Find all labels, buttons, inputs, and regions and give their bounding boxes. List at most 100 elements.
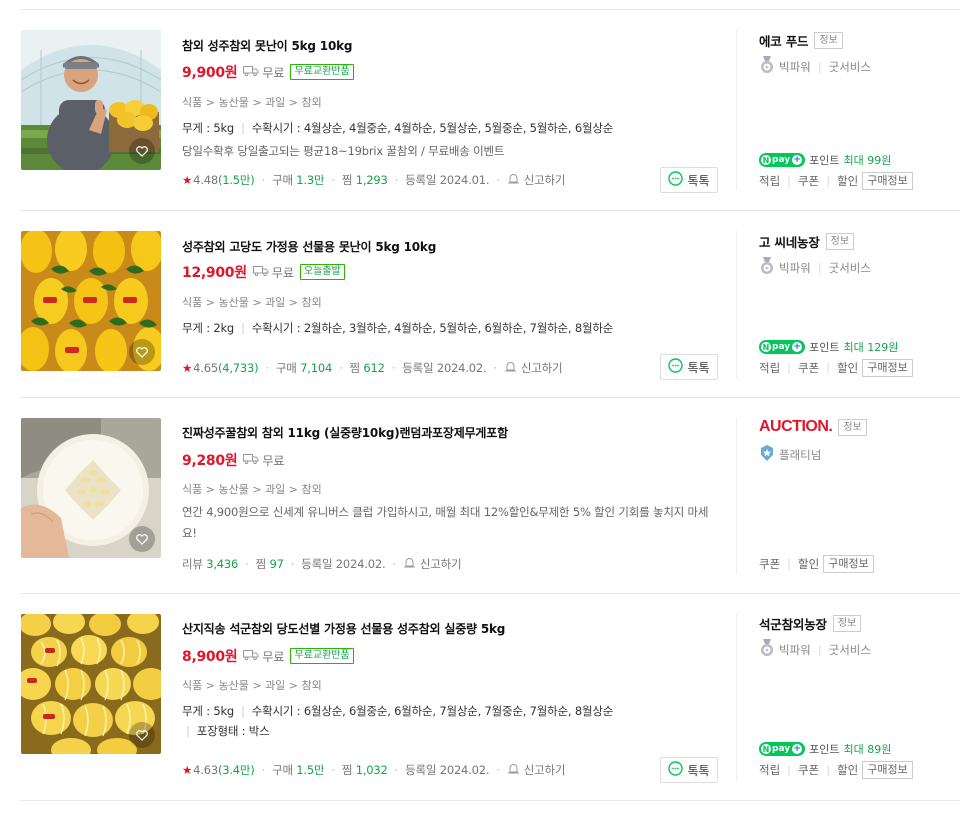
- report-button[interactable]: 신고하기: [507, 172, 566, 188]
- point-value: 최대 89원: [843, 743, 892, 756]
- rating-count[interactable]: (3.4만): [218, 762, 255, 778]
- rating: 4.48: [193, 173, 218, 187]
- grade-1: 빅파워: [779, 260, 811, 275]
- product-meta: ★ 4.48 (1.5만) · 구매 1.3만 · 찜 1,293 · 등록일 …: [182, 172, 566, 188]
- wish-count: 1,293: [355, 173, 388, 187]
- product-title[interactable]: 산지직송 석군참외 당도선별 가정용 선물용 성주참외 실중량 5kg: [182, 620, 505, 637]
- category-3[interactable]: 과일: [265, 483, 285, 496]
- product-price[interactable]: 9,900원: [182, 62, 238, 82]
- link-discount[interactable]: 할인: [837, 762, 858, 778]
- wish-label: 찜: [341, 763, 353, 777]
- npay-plus-icon: Npay +: [759, 742, 806, 756]
- category-1[interactable]: 식품: [182, 96, 202, 109]
- purchase-label: 구매: [275, 361, 297, 375]
- category-2[interactable]: 농산물: [218, 679, 248, 692]
- report-button[interactable]: 신고하기: [504, 360, 563, 376]
- category-4[interactable]: 참외: [302, 679, 322, 692]
- link-accumulate[interactable]: 적립: [759, 173, 780, 189]
- wishlist-heart-button[interactable]: [129, 526, 155, 552]
- category-3[interactable]: 과일: [265, 679, 285, 692]
- product-title[interactable]: 성주참외 고당도 가정용 선물용 못난이 5kg 10kg: [182, 238, 436, 255]
- buy-info-button[interactable]: 구매정보: [862, 359, 913, 377]
- auction-logo[interactable]: AUCTION.: [759, 418, 833, 436]
- wishlist-heart-button[interactable]: [129, 339, 155, 365]
- shipping-text: 무료: [262, 453, 285, 468]
- category-3[interactable]: 과일: [265, 96, 285, 109]
- heart-icon: [136, 145, 148, 157]
- category-4[interactable]: 참외: [302, 96, 322, 109]
- today-ship-badge: 오늘출발: [299, 264, 345, 280]
- register-date: 등록일 2024.02.: [301, 557, 386, 571]
- spec-weight: 무게 : 5kg: [182, 121, 235, 135]
- category-4[interactable]: 참외: [302, 483, 322, 496]
- medal-icon: [759, 56, 775, 77]
- truck-icon: [243, 649, 259, 663]
- link-coupon[interactable]: 쿠폰: [798, 173, 819, 189]
- report-label: 신고하기: [520, 361, 563, 375]
- talk-button[interactable]: 톡톡: [660, 354, 718, 380]
- category-1[interactable]: 식품: [182, 679, 202, 692]
- product-price[interactable]: 9,280원: [182, 450, 238, 470]
- shipping-info: 무료: [243, 648, 284, 665]
- report-button[interactable]: 신고하기: [403, 556, 462, 572]
- rating-count[interactable]: (1.5만): [218, 172, 255, 188]
- category-3[interactable]: 과일: [265, 296, 285, 309]
- wish-count: 97: [269, 557, 284, 571]
- product-image[interactable]: [21, 231, 161, 371]
- product-image[interactable]: [21, 30, 161, 170]
- category-2[interactable]: 농산물: [218, 483, 248, 496]
- mall-name[interactable]: 석군참외농장: [759, 614, 827, 633]
- category-4[interactable]: 참외: [302, 296, 322, 309]
- mall-name[interactable]: 고 씨네농장: [759, 232, 820, 251]
- category-1[interactable]: 식품: [182, 296, 202, 309]
- talk-button[interactable]: 톡톡: [660, 167, 718, 193]
- product-info: 산지직송 석군참외 당도선별 가정용 선물용 성주참외 실중량 5kg 8,90…: [182, 594, 722, 800]
- buy-info-button[interactable]: 구매정보: [862, 172, 913, 190]
- rating-count[interactable]: (4,733): [218, 361, 259, 375]
- grade-2: 굿서비스: [828, 59, 871, 74]
- mall-info-button[interactable]: 정보: [832, 615, 862, 632]
- product-price[interactable]: 12,900원: [182, 262, 247, 282]
- link-discount[interactable]: 할인: [837, 360, 858, 376]
- mall-header: AUCTION. 정보: [759, 418, 867, 436]
- siren-icon: [403, 557, 416, 571]
- link-coupon[interactable]: 쿠폰: [798, 360, 819, 376]
- talk-label: 톡톡: [687, 360, 710, 375]
- link-discount[interactable]: 할인: [837, 173, 858, 189]
- buy-info-button[interactable]: 구매정보: [862, 761, 913, 779]
- wishlist-heart-button[interactable]: [129, 138, 155, 164]
- mall-info-button[interactable]: 정보: [838, 418, 867, 436]
- link-accumulate[interactable]: 적립: [759, 762, 780, 778]
- shipping-text: 무료: [271, 265, 294, 280]
- product-price[interactable]: 8,900원: [182, 646, 238, 666]
- product-title[interactable]: 진짜성주꿀참외 참외 11kg (실중량10kg)랜덤과포장제무게포함: [182, 424, 508, 441]
- link-coupon[interactable]: 쿠폰: [798, 762, 819, 778]
- register-date: 등록일 2024.02.: [405, 763, 490, 777]
- product-info: 진짜성주꿀참외 참외 11kg (실중량10kg)랜덤과포장제무게포함 9,28…: [182, 398, 722, 593]
- buy-info-button[interactable]: 구매정보: [823, 555, 874, 573]
- product-image[interactable]: [21, 614, 161, 754]
- category-2[interactable]: 농산물: [218, 96, 248, 109]
- product-spec: 무게 : 2kg | 수확시기 : 2월하순, 3월하순, 4월하순, 5월하순, …: [182, 321, 614, 335]
- link-discount[interactable]: 할인: [798, 556, 819, 572]
- category-2[interactable]: 농산물: [218, 296, 248, 309]
- report-button[interactable]: 신고하기: [507, 762, 566, 778]
- mall-name[interactable]: 에코 푸드: [759, 31, 809, 50]
- link-accumulate[interactable]: 적립: [759, 360, 780, 376]
- review-count[interactable]: 3,436: [206, 557, 238, 571]
- product-image[interactable]: [21, 418, 161, 558]
- spec-harvest: 수확시기 : 6월상순, 6월중순, 6월하순, 7월상순, 7월중순, 7월하…: [251, 704, 614, 718]
- mall-info-button[interactable]: 정보: [825, 233, 855, 250]
- grade-1: 플래티넘: [779, 447, 822, 462]
- link-coupon[interactable]: 쿠폰: [759, 556, 780, 572]
- purchase-label: 구매: [272, 763, 293, 777]
- talk-button[interactable]: 톡톡: [660, 757, 718, 783]
- shipping-info: 무료: [243, 64, 284, 81]
- wishlist-heart-button[interactable]: [129, 722, 155, 748]
- mall-info-button[interactable]: 정보: [814, 32, 843, 49]
- grade-1: 빅파워: [779, 642, 811, 657]
- wish-label: 찜: [255, 557, 267, 571]
- product-title[interactable]: 참외 성주참외 못난이 5kg 10kg: [182, 37, 352, 54]
- category-1[interactable]: 식품: [182, 483, 202, 496]
- purchase-count: 7,104: [300, 361, 333, 375]
